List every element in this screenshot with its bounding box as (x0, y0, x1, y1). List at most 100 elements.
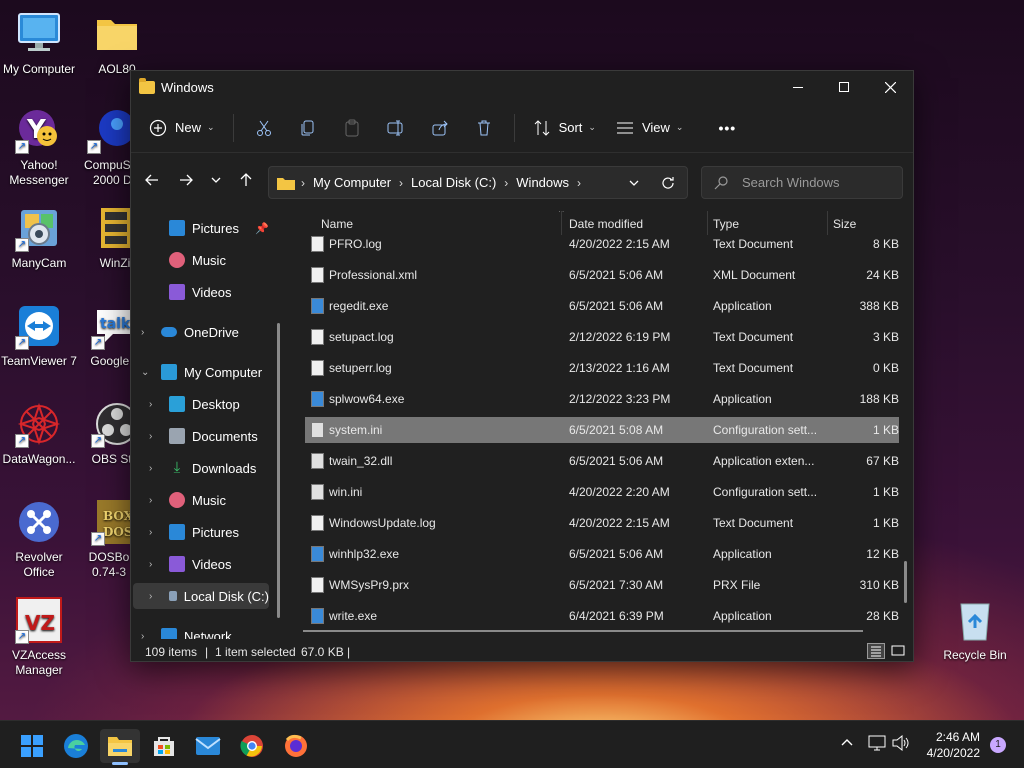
address-history-chevron-icon[interactable] (629, 178, 639, 188)
search-placeholder: Search Windows (742, 175, 840, 190)
nav-item-local-disk[interactable]: › Local Disk (C:) (133, 583, 269, 609)
column-header-type[interactable]: Type (713, 217, 739, 231)
rename-button[interactable] (374, 112, 418, 144)
firefox-button[interactable] (276, 729, 316, 763)
desktop-icon-teamviewer[interactable]: ↗ TeamViewer 7 (0, 302, 78, 369)
expand-arrow-icon[interactable]: › (149, 591, 152, 602)
file-row[interactable]: regedit.exe 6/5/2021 5:06 AM Application 38… (305, 293, 899, 319)
nav-item-network[interactable]: › Network (141, 623, 232, 639)
collapse-arrow-icon[interactable]: ⌄ (141, 367, 149, 378)
column-header-size[interactable]: Size (833, 217, 856, 231)
edge-button[interactable] (56, 729, 96, 763)
details-view-button[interactable] (867, 643, 885, 659)
new-button[interactable]: New ⌄ (149, 112, 225, 144)
notification-badge[interactable]: 1 (990, 737, 1006, 753)
column-header-date[interactable]: Date modified (569, 217, 643, 231)
status-divider: | (347, 645, 351, 659)
chevron-right-icon: › (577, 175, 582, 190)
chrome-button[interactable] (232, 729, 272, 763)
refresh-icon[interactable] (661, 176, 675, 190)
file-row[interactable]: setuperr.log 2/13/2022 1:16 AM Text Docume… (305, 355, 899, 381)
column-header-name[interactable]: Name (321, 217, 353, 231)
share-button[interactable] (418, 112, 462, 144)
desktop-icon-label: Yahoo! Messenger (9, 158, 69, 187)
nav-item-desktop[interactable]: › Desktop (149, 391, 240, 417)
desktop-icon-aol80[interactable]: AOL80 (78, 10, 156, 77)
file-row[interactable]: PFRO.log 4/20/2022 2:15 AM Text Document 8 … (305, 231, 899, 257)
expand-arrow-icon[interactable]: › (141, 327, 144, 338)
nav-item-pictures[interactable]: › Pictures (149, 519, 239, 545)
nav-item-videos[interactable]: › Videos (149, 551, 232, 577)
nav-item-documents[interactable]: › Documents (149, 423, 258, 449)
expand-arrow-icon[interactable]: › (149, 559, 152, 570)
expand-arrow-icon[interactable]: › (149, 399, 152, 410)
file-row[interactable]: twain_32.dll 6/5/2021 5:06 AM Application … (305, 448, 899, 474)
expand-arrow-icon[interactable]: › (149, 495, 152, 506)
desktop-icon-datawagon[interactable]: ↗ DataWagon... (0, 400, 78, 467)
file-row[interactable]: winhlp32.exe 6/5/2021 5:06 AM Application 1… (305, 541, 899, 567)
search-input[interactable]: Search Windows (701, 166, 903, 199)
close-button[interactable] (867, 72, 913, 102)
show-hidden-icons-button[interactable] (840, 735, 860, 755)
address-bar[interactable]: › My Computer › Local Disk (C:) › Window… (268, 166, 688, 199)
volume-button[interactable] (892, 734, 910, 754)
file-size: 24 KB (866, 268, 899, 282)
file-row[interactable]: write.exe 6/4/2021 6:39 PM Application 28 K… (305, 603, 899, 629)
minimize-button[interactable] (775, 72, 821, 102)
file-row[interactable]: splwow64.exe 2/12/2022 3:23 PM Application… (305, 386, 899, 412)
chrome-icon (240, 735, 263, 757)
breadcrumb-windows[interactable]: Windows (516, 175, 569, 190)
microsoft-store-button[interactable] (144, 729, 184, 763)
network-status-button[interactable] (868, 735, 886, 754)
view-button[interactable]: View ⌄ (606, 112, 694, 144)
nav-item-onedrive[interactable]: › OneDrive (141, 319, 239, 345)
nav-item-music[interactable]: › Music (149, 487, 226, 513)
horizontal-scrollbar[interactable] (303, 630, 863, 632)
nav-item-pictures[interactable]: Pictures 📌 (169, 215, 269, 241)
recent-locations-button[interactable] (203, 164, 229, 196)
breadcrumb-my-computer[interactable]: My Computer (313, 175, 391, 190)
file-explorer-button[interactable] (100, 729, 140, 765)
breadcrumb-local-disk[interactable]: Local Disk (C:) (411, 175, 496, 190)
file-row[interactable]: WindowsUpdate.log 4/20/2022 2:15 AM Text D… (305, 510, 899, 536)
paste-button[interactable] (330, 112, 374, 144)
navigation-scrollbar[interactable] (277, 323, 280, 618)
expand-arrow-icon[interactable]: › (149, 463, 152, 474)
more-options-button[interactable]: ••• (710, 112, 744, 144)
desktop-icon-revolver-office[interactable]: Revolver Office (0, 498, 78, 580)
file-row[interactable]: Professional.xml 6/5/2021 5:06 AM XML Docu… (305, 262, 899, 288)
file-list-scrollbar[interactable] (904, 561, 907, 603)
up-button[interactable] (229, 164, 263, 196)
file-row[interactable]: system.ini 6/5/2021 5:08 AM Configuration … (305, 417, 899, 443)
tiles-view-button[interactable] (889, 643, 907, 659)
nav-item-music[interactable]: Music (169, 247, 226, 273)
desktop-icon-my-computer[interactable]: My Computer (0, 10, 78, 77)
nav-item-my-computer[interactable]: ⌄ My Computer (141, 359, 262, 385)
start-button[interactable] (12, 729, 52, 763)
file-row[interactable]: setupact.log 2/12/2022 6:19 PM Text Docume… (305, 324, 899, 350)
file-row[interactable]: win.ini 4/20/2022 2:20 AM Configuration se… (305, 479, 899, 505)
forward-button[interactable] (169, 164, 203, 196)
clock[interactable]: 2:46 AM 4/20/2022 (927, 729, 980, 761)
file-type: Text Document (713, 237, 794, 251)
cut-button[interactable] (242, 112, 286, 144)
file-type: Application exten... (713, 454, 815, 468)
title-bar[interactable]: Windows (131, 71, 913, 103)
desktop-icon-manycam[interactable]: ↗ ManyCam (0, 204, 78, 271)
delete-button[interactable] (462, 112, 506, 144)
nav-item-downloads[interactable]: › ⤓ Downloads (149, 455, 256, 481)
copy-button[interactable] (286, 112, 330, 144)
back-button[interactable] (135, 164, 169, 196)
file-row[interactable]: WMSysPr9.prx 6/5/2021 7:30 AM PRX File 310 … (305, 572, 899, 598)
desktop-icon-vzaccess[interactable]: VZ ↗ VZAccess Manager (0, 596, 78, 678)
desktop-icon-yahoo-messenger[interactable]: Y ↗ Yahoo! Messenger (0, 106, 78, 188)
taskbar: 2:46 AM 4/20/2022 1 (0, 720, 1024, 768)
mail-button[interactable] (188, 729, 228, 763)
desktop-icon-recycle-bin[interactable]: Recycle Bin (936, 596, 1014, 663)
nav-item-videos[interactable]: Videos (169, 279, 232, 305)
expand-arrow-icon[interactable]: › (141, 631, 144, 640)
expand-arrow-icon[interactable]: › (149, 431, 152, 442)
maximize-button[interactable] (821, 72, 867, 102)
expand-arrow-icon[interactable]: › (149, 527, 152, 538)
sort-button[interactable]: Sort ⌄ (523, 112, 606, 144)
